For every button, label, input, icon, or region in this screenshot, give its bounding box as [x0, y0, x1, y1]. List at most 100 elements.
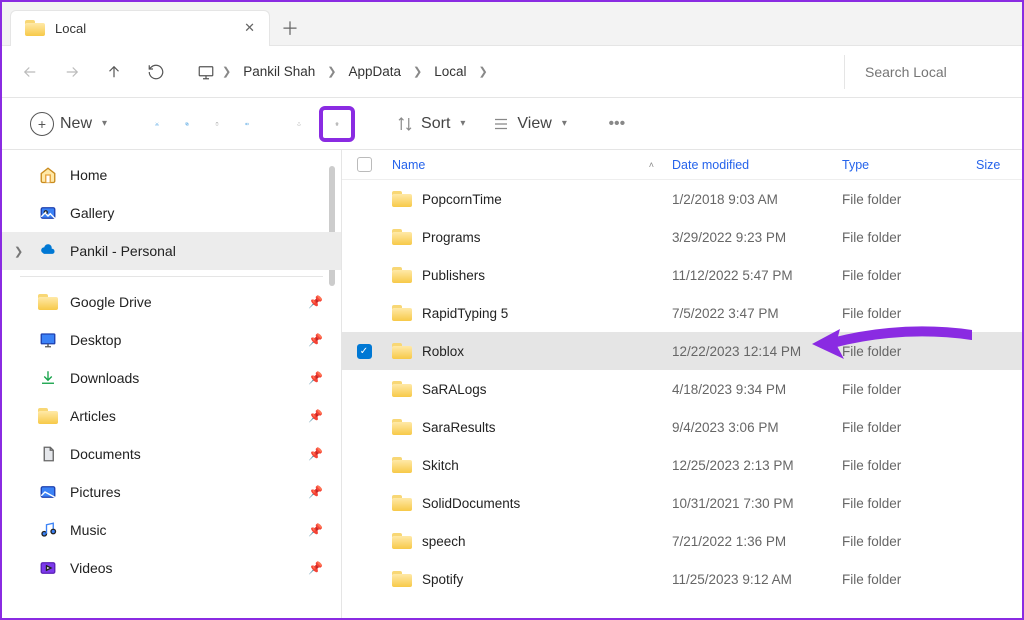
sidebar-item-gallery[interactable]: Gallery	[2, 194, 341, 232]
sidebar-item-label: Home	[70, 167, 107, 183]
sidebar-item-downloads[interactable]: Downloads📌	[2, 359, 341, 397]
home-icon	[38, 165, 58, 185]
folder-icon	[392, 229, 412, 245]
sidebar-item-home[interactable]: Home	[2, 156, 341, 194]
sidebar-item-desktop[interactable]: Desktop 📌	[2, 321, 341, 359]
pin-icon: 📌	[308, 409, 323, 423]
refresh-button[interactable]	[146, 62, 166, 82]
file-pane: Name˄ Date modified Type Size PopcornTim…	[342, 150, 1022, 618]
delete-highlight	[319, 106, 355, 142]
file-name: SaraResults	[422, 420, 496, 435]
file-name: SaRALogs	[422, 382, 487, 397]
search-box[interactable]	[844, 55, 1004, 89]
folder-icon	[38, 406, 58, 426]
file-date: 4/18/2023 9:34 PM	[672, 382, 842, 397]
pictures-icon	[38, 482, 58, 502]
file-date: 12/25/2023 2:13 PM	[672, 458, 842, 473]
back-button[interactable]	[20, 62, 40, 82]
crumb-1[interactable]: AppData	[343, 60, 408, 83]
file-name: Spotify	[422, 572, 463, 587]
forward-button[interactable]	[62, 62, 82, 82]
view-button[interactable]: View ▾	[483, 107, 574, 141]
file-date: 7/21/2022 1:36 PM	[672, 534, 842, 549]
file-type: File folder	[842, 420, 976, 435]
folder-icon	[392, 419, 412, 435]
file-row[interactable]: Publishers11/12/2022 5:47 PMFile folder	[342, 256, 1022, 294]
sidebar-item-label: Desktop	[70, 332, 121, 348]
crumb-2[interactable]: Local	[428, 60, 472, 83]
file-date: 3/29/2022 9:23 PM	[672, 230, 842, 245]
file-row[interactable]: Spotify11/25/2023 9:12 AMFile folder	[342, 560, 1022, 598]
close-icon[interactable]: ✕	[244, 20, 255, 36]
file-row[interactable]: speech7/21/2022 1:36 PMFile folder	[342, 522, 1022, 560]
col-size[interactable]: Size	[976, 158, 1022, 172]
chevron-icon: ❯	[413, 65, 422, 78]
file-row[interactable]: SaraResults 9/4/2023 3:06 PMFile folder	[342, 408, 1022, 446]
search-input[interactable]	[865, 64, 1004, 80]
file-row[interactable]: RapidTyping 57/5/2022 3:47 PMFile folder	[342, 294, 1022, 332]
select-all-checkbox[interactable]	[357, 157, 372, 172]
music-icon	[38, 520, 58, 540]
sidebar-item-documents[interactable]: Documents📌	[2, 435, 341, 473]
col-type[interactable]: Type	[842, 158, 976, 172]
gallery-icon	[38, 203, 58, 223]
sidebar-item-label: Gallery	[70, 205, 114, 221]
new-button[interactable]: + New ▾	[22, 107, 115, 141]
new-label: New	[60, 115, 92, 133]
sidebar-item-articles[interactable]: Articles 📌	[2, 397, 341, 435]
folder-icon	[392, 495, 412, 511]
folder-icon	[392, 571, 412, 587]
sidebar-item-label: Downloads	[70, 370, 139, 386]
sidebar-item-music[interactable]: Music📌	[2, 511, 341, 549]
chevron-icon: ❯	[479, 65, 488, 78]
videos-icon	[38, 558, 58, 578]
pc-icon[interactable]	[196, 62, 216, 82]
cut-button[interactable]	[147, 114, 167, 134]
file-name: speech	[422, 534, 466, 549]
up-button[interactable]	[104, 62, 124, 82]
share-button[interactable]	[289, 114, 309, 134]
file-row[interactable]: ✓Roblox12/22/2023 12:14 PMFile folder	[342, 332, 1022, 370]
titlebar: Local ✕ ＋	[2, 2, 1022, 46]
chevron-down-icon: ▾	[460, 118, 465, 129]
file-row[interactable]: SaRALogs4/18/2023 9:34 PMFile folder	[342, 370, 1022, 408]
rename-button[interactable]	[237, 114, 257, 134]
sidebar-item-label: Articles	[70, 408, 116, 424]
file-name: Programs	[422, 230, 481, 245]
new-tab-button[interactable]: ＋	[270, 10, 310, 46]
col-date[interactable]: Date modified	[672, 158, 842, 172]
sidebar-item-videos[interactable]: Videos📌	[2, 549, 341, 587]
delete-button[interactable]	[327, 114, 347, 134]
file-name: SolidDocuments	[422, 496, 520, 511]
toolbar: + New ▾ Sort ▾ View ▾ •••	[2, 98, 1022, 150]
folder-icon	[38, 292, 58, 312]
sidebar-item-google-drive[interactable]: Google Drive📌	[2, 283, 341, 321]
sort-button[interactable]: Sort ▾	[387, 107, 473, 141]
paste-button[interactable]	[207, 114, 227, 134]
file-row[interactable]: PopcornTime1/2/2018 9:03 AMFile folder	[342, 180, 1022, 218]
col-name[interactable]: Name˄	[386, 158, 672, 172]
file-row[interactable]: Skitch12/25/2023 2:13 PMFile folder	[342, 446, 1022, 484]
active-tab[interactable]: Local ✕	[10, 10, 270, 46]
file-name: PopcornTime	[422, 192, 502, 207]
folder-icon	[392, 191, 412, 207]
file-row[interactable]: Programs3/29/2022 9:23 PMFile folder	[342, 218, 1022, 256]
sidebar-item-label: Documents	[70, 446, 141, 462]
onedrive-icon	[38, 241, 58, 261]
folder-icon	[392, 381, 412, 397]
sidebar-item-pictures[interactable]: Pictures📌	[2, 473, 341, 511]
sidebar-item-pankil-personal[interactable]: ❯Pankil - Personal	[2, 232, 341, 270]
sidebar-separator	[20, 276, 323, 277]
breadcrumb: ❯ Pankil Shah ❯ AppData ❯ Local ❯	[188, 60, 822, 83]
more-button[interactable]: •••	[607, 114, 627, 134]
file-type: File folder	[842, 268, 976, 283]
chevron-right-icon: ❯	[14, 245, 23, 258]
documents-icon	[38, 444, 58, 464]
file-date: 9/4/2023 3:06 PM	[672, 420, 842, 435]
file-date: 1/2/2018 9:03 AM	[672, 192, 842, 207]
copy-button[interactable]	[177, 114, 197, 134]
pin-icon: 📌	[308, 333, 323, 347]
file-row[interactable]: SolidDocuments10/31/2021 7:30 PMFile fol…	[342, 484, 1022, 522]
crumb-0[interactable]: Pankil Shah	[237, 60, 321, 83]
row-checkbox[interactable]: ✓	[357, 344, 372, 359]
